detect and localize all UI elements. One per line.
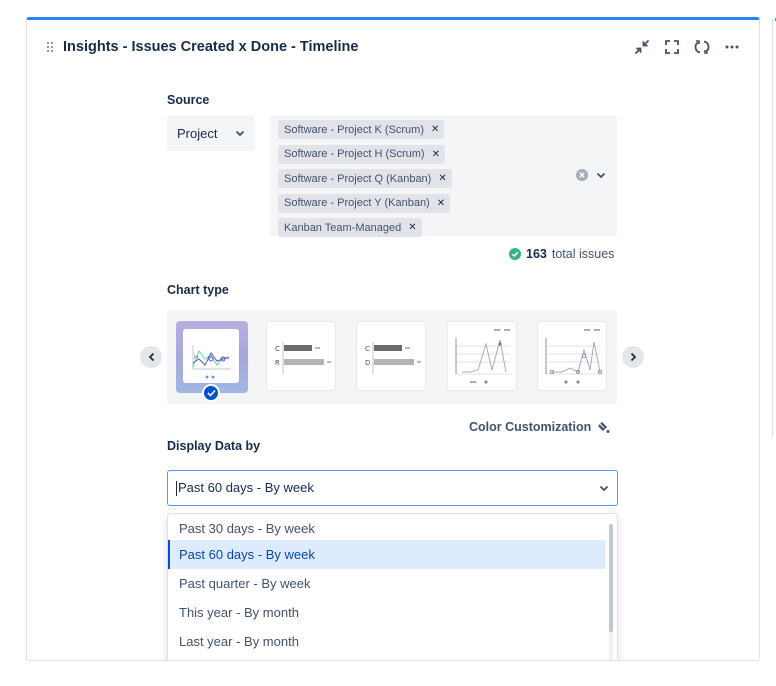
bar-alt-thumb-label-c: C	[365, 345, 370, 353]
bar-thumb-label-c: C	[275, 345, 280, 353]
line-chart-thumbnail: H	[192, 345, 231, 379]
project-tag: Software - Project Q (Kanban) ✕	[278, 169, 452, 188]
selected-check-icon	[202, 384, 220, 402]
menu-option[interactable]: Past quarter - By week	[168, 569, 605, 598]
panel-header: Insights - Issues Created x Done - Timel…	[27, 20, 759, 72]
chevron-down-icon	[599, 485, 609, 491]
display-data-menu: Past 30 days - By week Past 60 days - By…	[167, 513, 618, 660]
panel-title: Insights - Issues Created x Done - Timel…	[63, 39, 359, 55]
check-circle-icon	[509, 248, 521, 260]
display-data-select[interactable]: Past 60 days - By week	[167, 470, 618, 506]
chevron-down-icon[interactable]	[596, 172, 606, 179]
chart-thumb-bar[interactable]: C R	[266, 321, 336, 391]
chart-type-label: Chart type	[167, 283, 229, 297]
chevron-down-icon	[235, 130, 245, 136]
text-caret	[176, 481, 177, 497]
more-icon[interactable]	[723, 38, 741, 56]
total-label: total issues	[551, 247, 615, 261]
insights-panel: Insights - Issues Created x Done - Timel…	[26, 17, 760, 661]
color-customization-label: Color Customization	[469, 420, 592, 434]
menu-option[interactable]: This year - By month	[168, 598, 605, 627]
menu-option[interactable]: Past 30 days - By week	[168, 514, 605, 543]
refresh-icon[interactable]	[693, 38, 711, 56]
menu-scrollbar[interactable]	[609, 524, 613, 632]
remove-tag-icon[interactable]: ✕	[408, 222, 416, 233]
chart-type-carousel: H C R C D	[167, 310, 617, 404]
bar-thumb-label-r: R	[275, 359, 280, 367]
menu-option[interactable]: Last year - By month	[168, 627, 605, 656]
project-tag: Software - Project Y (Kanban) ✕	[278, 193, 451, 213]
display-data-label: Display Data by	[167, 439, 261, 453]
chart-thumb-line-alt[interactable]	[537, 321, 607, 391]
project-tag-label: Software - Project H (Scrum)	[284, 148, 425, 160]
color-customization-button[interactable]: Color Customization	[469, 420, 610, 434]
paint-bucket-icon	[598, 422, 610, 433]
remove-tag-icon[interactable]: ✕	[432, 149, 440, 160]
project-tag-label: Software - Project Q (Kanban)	[284, 172, 432, 185]
project-tag-label: Kanban Team-Managed	[284, 221, 402, 234]
minimize-icon[interactable]	[633, 38, 651, 56]
svg-text:H: H	[194, 354, 199, 361]
project-tag: Software - Project H (Scrum) ✕	[278, 144, 445, 164]
fullscreen-icon[interactable]	[663, 38, 681, 56]
chart-thumb-timeline-selected[interactable]: H	[176, 321, 248, 393]
project-tag: Kanban Team-Managed ✕	[278, 218, 422, 237]
remove-tag-icon[interactable]: ✕	[438, 173, 446, 184]
total-count: 163	[526, 247, 547, 261]
drag-handle-icon[interactable]	[47, 42, 55, 54]
source-label: Source	[167, 93, 210, 107]
bar-alt-thumb-label-d: D	[365, 359, 370, 367]
source-type-value: Project	[177, 125, 218, 141]
remove-tag-icon[interactable]: ✕	[437, 198, 445, 209]
chart-next-button[interactable]	[622, 346, 644, 368]
project-multi-select[interactable]: Software - Project K (Scrum) ✕ Software -…	[270, 115, 617, 237]
clear-all-icon[interactable]	[576, 169, 588, 181]
chart-thumb-line[interactable]	[447, 321, 517, 391]
source-type-select[interactable]: Project	[167, 115, 255, 151]
remove-tag-icon[interactable]: ✕	[431, 124, 439, 135]
chevron-right-icon	[630, 352, 636, 362]
total-issues: 163 total issues	[509, 247, 614, 261]
menu-option-selected[interactable]: Past 60 days - By week	[168, 540, 605, 569]
chevron-left-icon	[148, 352, 154, 362]
chart-thumb-bar-alt[interactable]: C D	[356, 321, 426, 391]
chart-prev-button[interactable]	[140, 346, 162, 368]
project-tag: Software - Project K (Scrum) ✕	[278, 120, 445, 139]
display-data-selected: Past 60 days - By week	[178, 479, 314, 495]
project-tag-label: Software - Project K (Scrum)	[284, 123, 424, 136]
adjacent-panel-edge	[772, 18, 776, 438]
project-tag-label: Software - Project Y (Kanban)	[284, 197, 430, 209]
